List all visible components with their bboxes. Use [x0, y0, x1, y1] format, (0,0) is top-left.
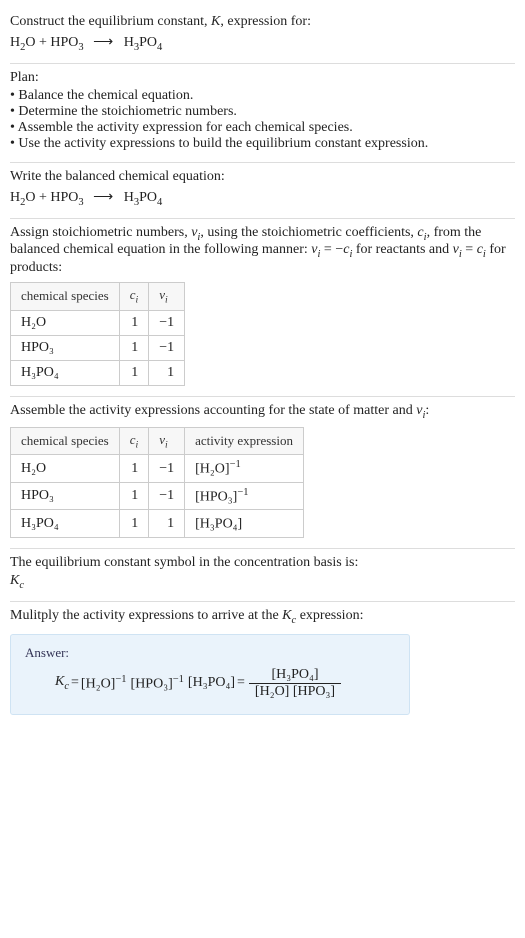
- col-species: chemical species: [11, 283, 120, 311]
- col-ci: ci: [119, 427, 149, 455]
- cell-ci: 1: [119, 482, 149, 510]
- equals-2: =: [237, 675, 245, 691]
- table-row: HPO₃ 1 −1: [11, 335, 185, 360]
- answer-label: Answer:: [25, 645, 395, 661]
- col-species: chemical species: [11, 427, 120, 455]
- intro-pre: Construct the equilibrium constant,: [10, 14, 211, 29]
- cell-ci: 1: [119, 455, 149, 483]
- stoich-table: chemical species ci νi H₂O 1 −1 HPO₃ 1 −…: [10, 282, 185, 386]
- cell-nui: 1: [149, 510, 185, 538]
- reaction-balanced: H2O + HPO3 ⟶ H3PO4: [10, 189, 515, 208]
- table-header-row: chemical species ci νi: [11, 283, 185, 311]
- col-ci: ci: [119, 283, 149, 311]
- kc-lhs: Kc: [55, 674, 69, 692]
- plan-title: Plan:: [10, 70, 515, 86]
- intro-k: K: [211, 14, 220, 29]
- reactant-2: HPO3: [50, 190, 83, 205]
- table-row: H₂O 1 −1 [H₂O]−1: [11, 455, 304, 483]
- intro-section: Construct the equilibrium constant, K, e…: [10, 8, 515, 63]
- plus-1: +: [39, 190, 50, 205]
- kc-symbol: Kc: [10, 573, 515, 591]
- answer-equation: Kc = [H₂O]−1 [HPO₃]−1 [H₃PO₄] = [H₃PO₄] …: [25, 667, 395, 700]
- reaction-unbalanced: H2O + HPO3 ⟶ H3PO4: [10, 34, 515, 53]
- multiply-line: Mulitply the activity expressions to arr…: [10, 608, 515, 626]
- cell-ci: 1: [119, 310, 149, 335]
- cell-activity: [H₂O]−1: [185, 455, 304, 483]
- reactant-1: H2O: [10, 35, 36, 50]
- cell-nui: −1: [149, 335, 185, 360]
- term-2: [HPO₃]−1: [131, 674, 184, 693]
- table-row: H₃PO₄ 1 1: [11, 360, 185, 385]
- cell-nui: −1: [149, 482, 185, 510]
- stoich-text: Assign stoichiometric numbers, νi, using…: [10, 225, 515, 277]
- reactant-2: HPO3: [50, 35, 83, 50]
- activity-intro: Assemble the activity expressions accoun…: [10, 403, 515, 421]
- plan-item: Balance the chemical equation.: [10, 88, 515, 104]
- fraction: [H₃PO₄] [H₂O] [HPO₃]: [249, 667, 341, 700]
- cell-activity: [H₃PO₄]: [185, 510, 304, 538]
- col-activity: activity expression: [185, 427, 304, 455]
- cell-ci: 1: [119, 335, 149, 360]
- term-3: [H₃PO₄]: [188, 675, 235, 691]
- cell-species: H₃PO₄: [11, 510, 120, 538]
- cell-species: H₃PO₄: [11, 360, 120, 385]
- cell-nui: −1: [149, 310, 185, 335]
- cell-nui: 1: [149, 360, 185, 385]
- cell-species: H₂O: [11, 455, 120, 483]
- activity-table: chemical species ci νi activity expressi…: [10, 427, 304, 539]
- col-nui: νi: [149, 427, 185, 455]
- table-row: H₃PO₄ 1 1 [H₃PO₄]: [11, 510, 304, 538]
- cell-species: H₂O: [11, 310, 120, 335]
- plan-section: Plan: Balance the chemical equation. Det…: [10, 64, 515, 162]
- table-header-row: chemical species ci νi activity expressi…: [11, 427, 304, 455]
- fraction-numerator: [H₃PO₄]: [249, 667, 341, 684]
- answer-box: Answer: Kc = [H₂O]−1 [HPO₃]−1 [H₃PO₄] = …: [10, 634, 410, 715]
- cell-species: HPO₃: [11, 482, 120, 510]
- table-row: H₂O 1 −1: [11, 310, 185, 335]
- cell-nui: −1: [149, 455, 185, 483]
- fraction-denominator: [H₂O] [HPO₃]: [249, 684, 341, 700]
- kc-symbol-line: The equilibrium constant symbol in the c…: [10, 555, 515, 571]
- kc-symbol-section: The equilibrium constant symbol in the c…: [10, 549, 515, 601]
- product-1: H3PO4: [124, 190, 163, 205]
- reaction-arrow-icon: ⟶: [87, 35, 120, 50]
- cell-species: HPO₃: [11, 335, 120, 360]
- activity-section: Assemble the activity expressions accoun…: [10, 397, 515, 548]
- equals-1: =: [71, 675, 79, 691]
- cell-activity: [HPO₃]−1: [185, 482, 304, 510]
- multiply-section: Mulitply the activity expressions to arr…: [10, 602, 515, 725]
- term-1: [H₂O]−1: [81, 674, 127, 693]
- intro-post: , expression for:: [220, 14, 311, 29]
- balanced-section: Write the balanced chemical equation: H2…: [10, 163, 515, 218]
- reactant-1: H2O: [10, 190, 36, 205]
- stoich-section: Assign stoichiometric numbers, νi, using…: [10, 219, 515, 396]
- cell-ci: 1: [119, 360, 149, 385]
- plan-item: Determine the stoichiometric numbers.: [10, 104, 515, 120]
- intro-line: Construct the equilibrium constant, K, e…: [10, 14, 515, 30]
- balanced-label: Write the balanced chemical equation:: [10, 169, 515, 185]
- plan-list: Balance the chemical equation. Determine…: [10, 88, 515, 152]
- col-nui: νi: [149, 283, 185, 311]
- plan-item: Assemble the activity expression for eac…: [10, 120, 515, 136]
- plus-1: +: [39, 35, 50, 50]
- cell-ci: 1: [119, 510, 149, 538]
- plan-item: Use the activity expressions to build th…: [10, 136, 515, 152]
- table-row: HPO₃ 1 −1 [HPO₃]−1: [11, 482, 304, 510]
- product-1: H3PO4: [124, 35, 163, 50]
- reaction-arrow-icon: ⟶: [87, 190, 120, 205]
